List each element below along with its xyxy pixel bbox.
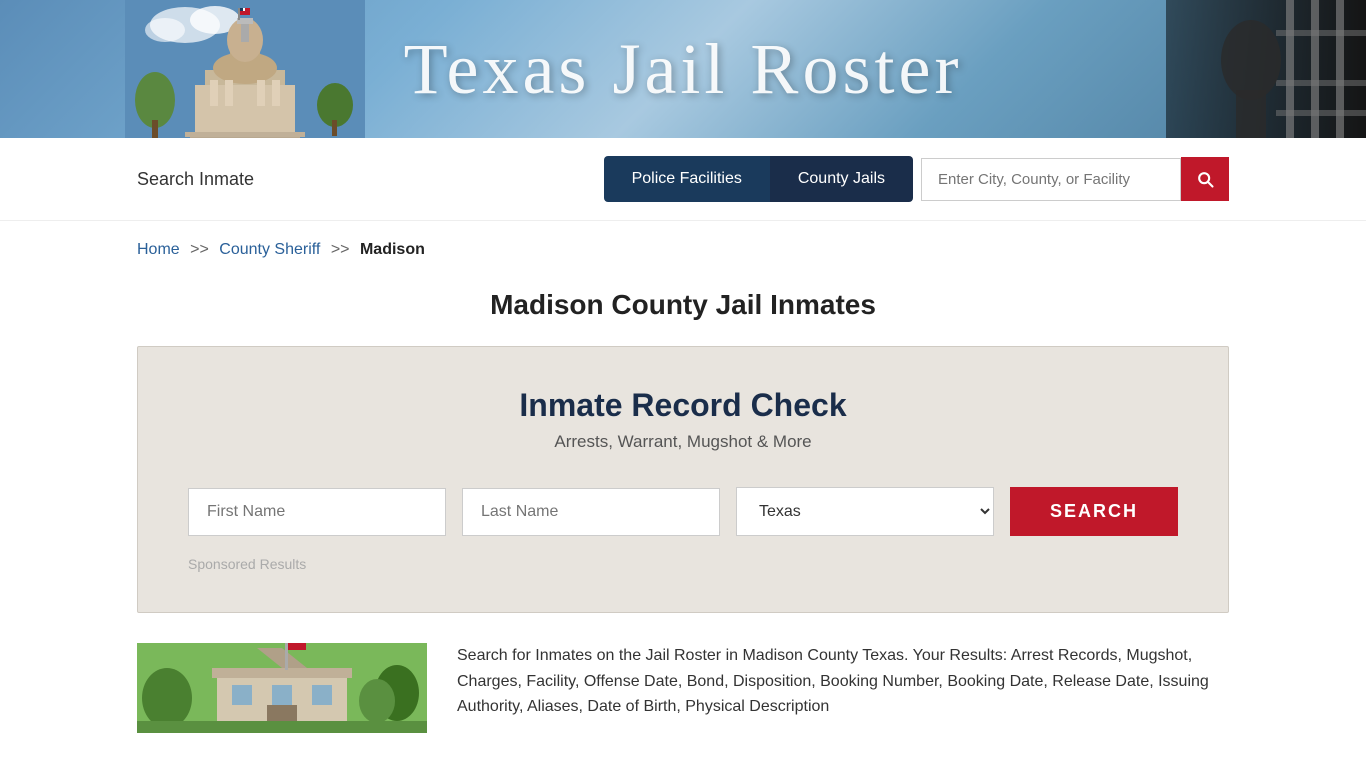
facility-search-input[interactable] bbox=[921, 158, 1181, 201]
jail-building-illustration bbox=[137, 643, 427, 733]
facility-search-button[interactable] bbox=[1181, 157, 1229, 201]
sponsored-label: Sponsored Results bbox=[188, 556, 1178, 572]
breadcrumb-county-sheriff[interactable]: County Sheriff bbox=[219, 241, 320, 258]
site-title: Texas Jail Roster bbox=[404, 28, 963, 111]
jail-image bbox=[137, 643, 427, 733]
search-inmate-label: Search Inmate bbox=[137, 169, 604, 190]
card-subtitle: Arrests, Warrant, Mugshot & More bbox=[188, 432, 1178, 452]
breadcrumb-home[interactable]: Home bbox=[137, 241, 180, 258]
state-select[interactable]: Alabama Alaska Arizona Arkansas Californ… bbox=[736, 487, 994, 536]
county-jails-button[interactable]: County Jails bbox=[770, 156, 913, 202]
search-card: Inmate Record Check Arrests, Warrant, Mu… bbox=[137, 346, 1229, 613]
capitol-illustration bbox=[125, 0, 365, 138]
search-form-row: Alabama Alaska Arizona Arkansas Californ… bbox=[188, 487, 1178, 536]
bottom-description: Search for Inmates on the Jail Roster in… bbox=[457, 643, 1229, 720]
page-title: Madison County Jail Inmates bbox=[0, 289, 1366, 321]
police-facilities-button[interactable]: Police Facilities bbox=[604, 156, 770, 202]
breadcrumb-current: Madison bbox=[360, 241, 425, 258]
first-name-input[interactable] bbox=[188, 488, 446, 536]
facility-search-container bbox=[921, 157, 1229, 201]
inmate-search-button[interactable]: SEARCH bbox=[1010, 487, 1178, 536]
breadcrumb-separator-2: >> bbox=[331, 241, 350, 258]
nav-buttons: Police Facilities County Jails bbox=[604, 156, 913, 202]
last-name-input[interactable] bbox=[462, 488, 720, 536]
search-icon bbox=[1195, 169, 1215, 189]
breadcrumb: Home >> County Sheriff >> Madison bbox=[0, 221, 1366, 279]
header-banner: Texas Jail Roster bbox=[0, 0, 1366, 138]
bottom-section: Search for Inmates on the Jail Roster in… bbox=[0, 643, 1366, 733]
navbar: Search Inmate Police Facilities County J… bbox=[0, 138, 1366, 221]
breadcrumb-separator-1: >> bbox=[190, 241, 209, 258]
keys-illustration bbox=[1166, 0, 1366, 138]
card-title: Inmate Record Check bbox=[188, 387, 1178, 424]
